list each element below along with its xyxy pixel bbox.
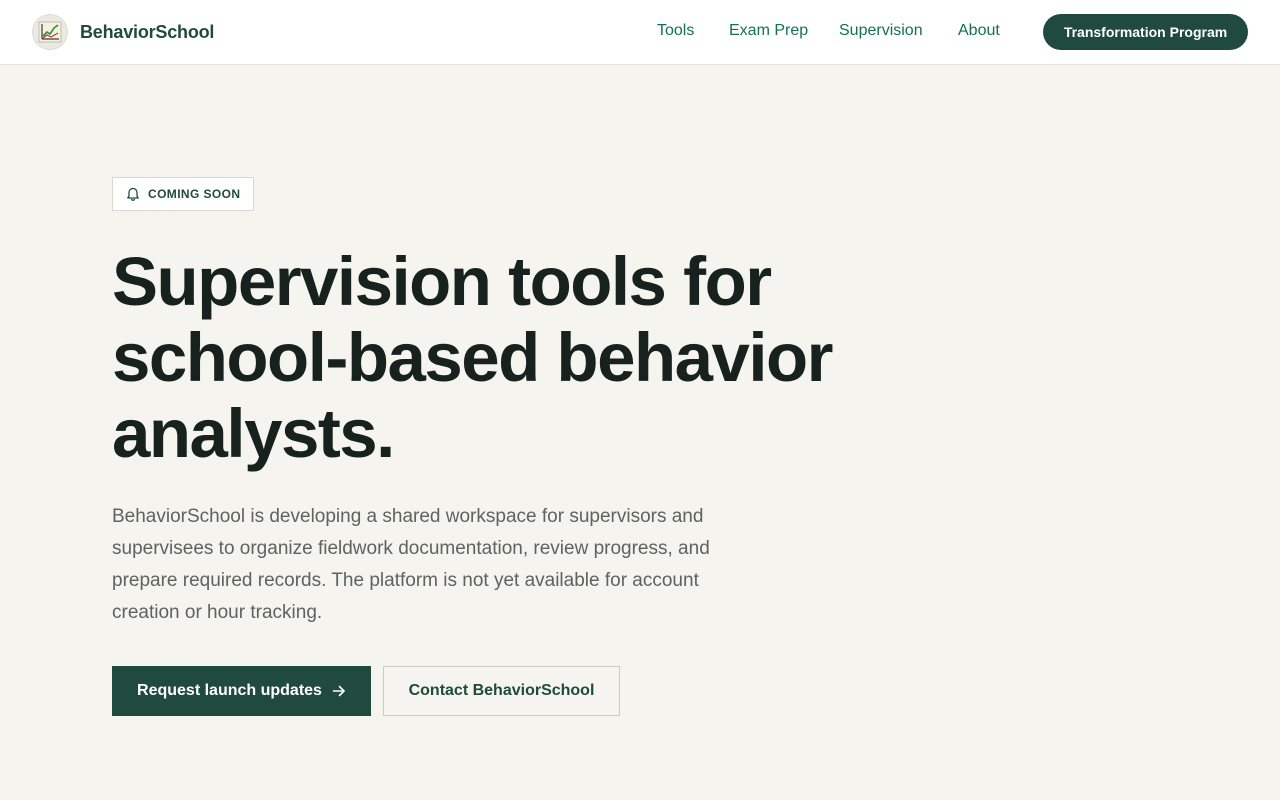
arrow-right-icon xyxy=(332,685,345,697)
nav-link-about[interactable]: About xyxy=(958,22,1000,40)
request-launch-updates-label: Request launch updates xyxy=(137,682,322,699)
hero-actions: Request launch updates Contact BehaviorS… xyxy=(112,666,1012,716)
coming-soon-badge: COMING SOON xyxy=(112,177,255,211)
nav-link-supervision[interactable]: Supervision xyxy=(839,22,923,40)
chart-icon xyxy=(32,14,68,50)
badge-label: COMING SOON xyxy=(148,187,241,201)
brand-link[interactable]: BehaviorSchool xyxy=(32,14,214,50)
nav-link-tools[interactable]: Tools xyxy=(657,22,694,40)
bell-icon xyxy=(127,187,139,201)
hero-section: COMING SOON Supervision tools for school… xyxy=(112,177,1012,716)
page-headline: Supervision tools for school-based behav… xyxy=(112,243,834,472)
top-navbar: BehaviorSchool Tools Exam Prep Supervisi… xyxy=(0,0,1280,65)
hero-description: BehaviorSchool is developing a shared wo… xyxy=(112,506,710,623)
request-launch-updates-button[interactable]: Request launch updates xyxy=(112,666,371,716)
brand-name: BehaviorSchool xyxy=(80,21,215,42)
transformation-program-button[interactable]: Transformation Program xyxy=(1043,14,1248,50)
contact-behaviorschool-button[interactable]: Contact BehaviorSchool xyxy=(383,666,620,716)
nav-link-exam-prep[interactable]: Exam Prep xyxy=(729,22,808,40)
